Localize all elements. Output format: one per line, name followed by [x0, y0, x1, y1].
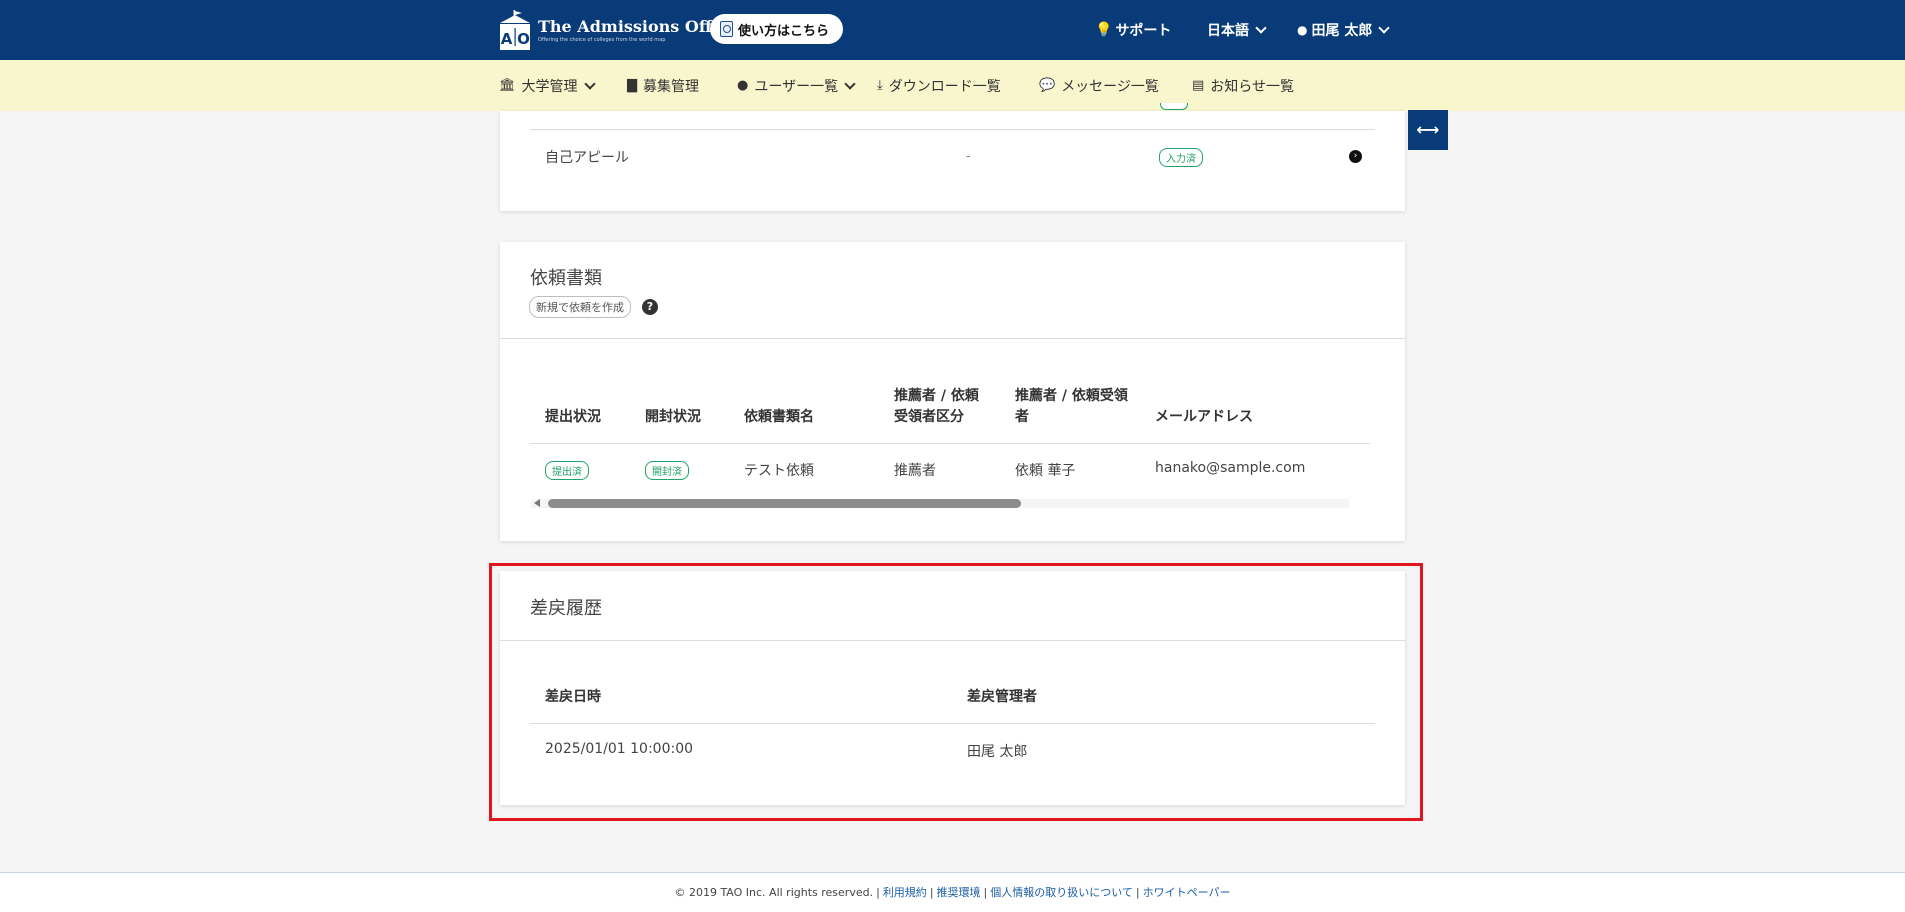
status-badge: 入力済 — [1159, 148, 1203, 167]
nav-label: お知らせ一覧 — [1210, 78, 1295, 95]
col-open-status: 開封状況 — [645, 409, 701, 425]
scroll-left-arrow-icon[interactable] — [534, 499, 540, 507]
col-category-line1: 推薦者 / 依頼 — [894, 388, 979, 404]
download-icon: ⤓ — [877, 78, 883, 93]
document-name: テスト依頼 — [744, 463, 814, 479]
support-link[interactable]: 💡 サポート — [1095, 0, 1171, 60]
user-icon: ● — [1297, 23, 1308, 37]
open-status-badge: 開封済 — [645, 461, 689, 480]
document-icon: ▇ — [627, 78, 637, 93]
svg-text:A: A — [501, 30, 513, 48]
nav-label: ユーザー一覧 — [754, 78, 839, 95]
nav-notices[interactable]: ▤ お知らせ一覧 — [1192, 60, 1294, 111]
item-label: 自己アピール — [545, 150, 629, 166]
card-divider — [500, 640, 1405, 641]
header-divider — [530, 723, 1375, 724]
return-datetime: 2025/01/01 10:00:00 — [545, 741, 694, 757]
nav-label: ダウンロード一覧 — [888, 78, 1001, 95]
top-header: A O The Admissions Office Offering the c… — [0, 0, 1905, 60]
item-value: - — [966, 149, 971, 163]
user-menu[interactable]: ● 田尾 太郎 — [1297, 0, 1391, 60]
whitepaper-link[interactable]: ホワイトペーパー — [1143, 886, 1231, 899]
col-category-line2: 受領者区分 — [894, 409, 964, 425]
nav-recruitment[interactable]: ▇ 募集管理 — [627, 60, 699, 111]
width-toggle-button[interactable]: ⟷ — [1408, 110, 1448, 150]
nav-label: 大学管理 — [521, 78, 578, 95]
notice-icon: ▤ — [1192, 78, 1205, 93]
return-admin: 田尾 太郎 — [967, 744, 1028, 760]
nav-label: 募集管理 — [643, 78, 699, 95]
col-recipient-line1: 推薦者 / 依頼受領 — [1015, 388, 1128, 404]
nav-university[interactable]: 🏛 大学管理 — [499, 60, 596, 111]
application-items-card: 自己アピール - 入力済 › — [500, 103, 1405, 211]
terms-link[interactable]: 利用規約 — [883, 886, 927, 899]
language-dropdown[interactable]: 日本語 — [1207, 0, 1267, 60]
copyright: © 2019 TAO Inc. All rights reserved. — [674, 886, 874, 899]
svg-text:O: O — [517, 30, 530, 48]
nav-label: メッセージ一覧 — [1061, 78, 1159, 95]
logo-tagline: Offering the choice of colleges from the… — [538, 37, 666, 43]
scrollbar-thumb[interactable] — [548, 499, 1021, 508]
col-document-name: 依頼書類名 — [744, 409, 814, 425]
col-email: メールアドレス — [1155, 409, 1253, 425]
privacy-link[interactable]: 個人情報の取り扱いについて — [990, 886, 1133, 899]
support-label: サポート — [1115, 23, 1172, 39]
chevron-right-icon[interactable]: › — [1349, 150, 1362, 163]
logo[interactable]: A O The Admissions Office Offering the c… — [498, 10, 738, 50]
col-submit-status: 提出状況 — [545, 409, 601, 425]
howto-label: 使い方はこちら — [738, 23, 830, 39]
row-divider — [530, 129, 1375, 130]
university-icon: 🏛 — [499, 78, 516, 93]
logo-icon: A O — [500, 10, 530, 50]
col-return-datetime: 差戻日時 — [545, 689, 601, 705]
recipient-name: 依頼 華子 — [1015, 463, 1076, 479]
user-icon: ● — [737, 78, 749, 93]
requests-title: 依頼書類 — [530, 268, 602, 289]
recipient-category: 推薦者 — [894, 463, 936, 479]
col-recipient: 推薦者 / 依頼受領 者 — [1015, 387, 1128, 427]
create-request-button[interactable]: 新規で依頼を作成 — [529, 296, 631, 318]
chevron-down-icon — [1378, 22, 1391, 34]
lightbulb-icon: 💡 — [1095, 22, 1113, 38]
recipient-email: hanako@sample.com — [1155, 460, 1306, 476]
nav-users[interactable]: ● ユーザー一覧 — [737, 60, 856, 111]
chevron-down-icon — [583, 77, 596, 90]
return-history-title: 差戻履歴 — [530, 598, 602, 619]
chevron-down-icon — [1255, 22, 1267, 34]
col-recipient-line2: 者 — [1015, 409, 1029, 425]
language-label: 日本語 — [1207, 23, 1249, 39]
environment-link[interactable]: 推奨環境 — [937, 886, 981, 899]
howto-button[interactable]: 使い方はこちら — [710, 14, 844, 44]
col-category: 推薦者 / 依頼 受領者区分 — [894, 387, 979, 427]
status-badge-partial — [1160, 103, 1188, 110]
user-name: 田尾 太郎 — [1311, 23, 1373, 39]
col-return-admin: 差戻管理者 — [967, 689, 1037, 705]
footer: © 2019 TAO Inc. All rights reserved. | 利用規… — [0, 872, 1905, 912]
header-divider — [530, 443, 1370, 444]
card-divider — [500, 338, 1405, 339]
nav-messages[interactable]: 💬 メッセージ一覧 — [1039, 60, 1159, 111]
return-history-card: 差戻履歴 差戻日時 差戻管理者 2025/01/01 10:00:00 田尾 太… — [500, 571, 1405, 805]
submit-status-badge: 提出済 — [545, 461, 589, 480]
help-icon[interactable]: ? — [642, 299, 658, 315]
logo-title: The Admissions Office — [538, 17, 738, 36]
main-nav: 🏛 大学管理 ▇ 募集管理 ● ユーザー一覧 ⤓ ダウンロード一覧 💬 メッセー… — [0, 60, 1905, 111]
requests-card: 依頼書類 新規で依頼を作成 ? 提出状況 開封状況 依頼書類名 推薦者 / 依頼… — [500, 242, 1405, 541]
message-icon: 💬 — [1039, 78, 1056, 93]
nav-downloads[interactable]: ⤓ ダウンロード一覧 — [877, 60, 1001, 111]
manual-icon — [720, 21, 733, 37]
chevron-down-icon — [844, 77, 856, 90]
